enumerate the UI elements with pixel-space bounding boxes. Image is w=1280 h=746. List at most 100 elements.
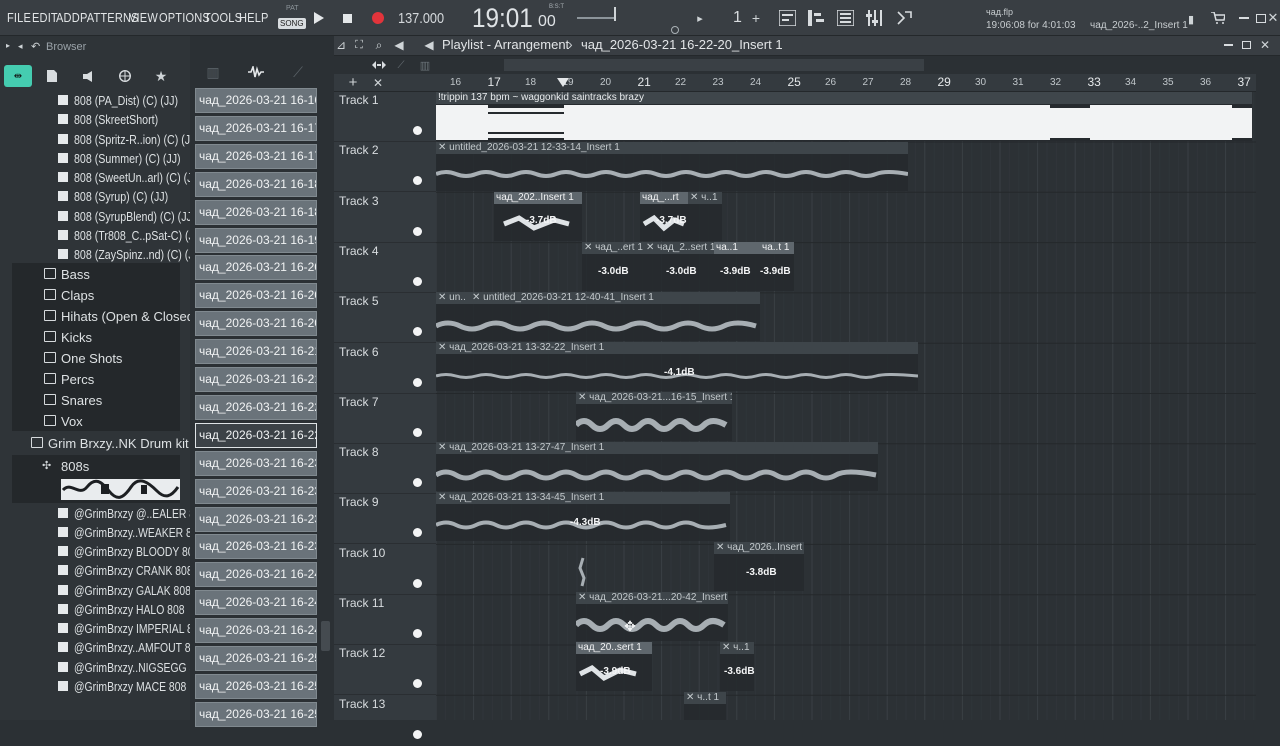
track-mute-led[interactable] (413, 578, 422, 588)
audio-clip[interactable]: чад_...rt -3.7dB (640, 192, 688, 241)
menu-help[interactable]: HELP (239, 10, 269, 25)
track-mute-led[interactable] (413, 226, 422, 236)
pattern-prev-icon[interactable]: ▸ (694, 9, 706, 27)
audio-clip[interactable]: ✕ чад_2..sert 1 -3.0dB (644, 242, 714, 291)
track-mute-led[interactable] (413, 679, 422, 689)
plugin-picker-icon[interactable] (894, 8, 914, 28)
pattern-item[interactable]: чад_2026-03-21 16-21... (195, 367, 317, 392)
audio-clip[interactable]: ✕ чад_2026-03-21 13-32-22_Insert 1 -4.1d… (436, 342, 918, 391)
audio-clip[interactable]: ✕ чад_2026-03-21...20-42_Insert 1 (576, 592, 728, 641)
pattern-item[interactable]: чад_2026-03-21 16-22... (195, 422, 317, 448)
remove-track-icon[interactable]: ✕ (372, 76, 384, 90)
folder-drum-kit[interactable]: Grim Brxzy..NK Drum kit (0, 434, 190, 453)
time-signature-icon[interactable]: ▥ (418, 56, 432, 74)
playlist-vertical-scroll[interactable] (1256, 92, 1280, 720)
shop-icon[interactable] (1210, 10, 1226, 26)
browser-files-icon[interactable] (44, 67, 60, 85)
pattern-item[interactable]: чад_2026-03-21 16-21... (195, 339, 317, 365)
pattern-item[interactable]: чад_2026-03-21 16-20... (195, 255, 317, 281)
track-mute-led[interactable] (413, 478, 422, 488)
kit-item[interactable]: @GrimBrxzy..AMFOUT 808 (0, 638, 190, 657)
kit-item[interactable]: @GrimBrxzy GALAK 808 (0, 581, 190, 600)
audio-clip[interactable]: ✕ чад_2026-03-21 13-34-45_Insert 1 -4.3d… (436, 492, 730, 541)
automation-picker-icon[interactable]: ⟋ (290, 64, 306, 80)
kit-item[interactable]: @GrimBrxzy MACE 808 (0, 677, 190, 696)
slice-tool-icon[interactable]: ⊿ (334, 37, 348, 53)
kit-item[interactable]: @GrimBrxzy @..EALER 808 (0, 504, 190, 523)
playlist-options-icon[interactable]: ◀ (422, 37, 436, 53)
pattern-item[interactable]: чад_2026-03-21 16-20... (195, 283, 317, 309)
pattern-item[interactable]: чад_2026-03-21 16-23... (195, 506, 317, 532)
snap-icon[interactable] (370, 56, 388, 74)
master-pitch-slider[interactable] (577, 17, 615, 19)
record-icon[interactable] (369, 9, 387, 27)
clip-close-icon[interactable]: ✕ (722, 642, 733, 653)
folder-808s[interactable]: ✣ 808s (0, 457, 190, 476)
hint-icon[interactable]: ▮ (1186, 12, 1196, 26)
audio-clip[interactable]: ✕ чад_..ert 1 -3.0dB (582, 242, 644, 291)
pattern-item[interactable]: чад_2026-03-21 16-18... (195, 171, 317, 197)
audio-clip[interactable]: !trippin 137 bpm ~ waggonkid saintracks … (436, 92, 1252, 141)
clip-close-icon[interactable]: ✕ (690, 192, 701, 203)
playlist-close-icon[interactable]: ✕ (1259, 37, 1271, 53)
clip-close-icon[interactable]: ✕ (686, 692, 697, 703)
minimize-icon[interactable] (1237, 10, 1251, 26)
track-header[interactable]: Track 6 (334, 344, 436, 394)
track-header[interactable]: Track 11 (334, 595, 436, 645)
track-header[interactable]: Track 2 (334, 142, 436, 193)
pat-mode-label[interactable]: PAT (286, 5, 299, 12)
browser-item[interactable]: 808 (PA_Dist) (C) (JJ) (0, 91, 190, 110)
clip-close-icon[interactable]: ✕ (438, 342, 449, 353)
audio-clip[interactable]: ✕ чад_2026-03-21 13-27-47_Insert 1 (436, 442, 878, 491)
pattern-item[interactable]: чад_2026-03-21 16-17... (195, 143, 317, 169)
kit-item[interactable]: @GrimBrxzy BLOODY 808 (0, 542, 190, 561)
pattern-item[interactable]: чад_2026-03-21 16-23... (195, 450, 317, 476)
browser-item[interactable]: 808 (Tr808_C..pSat-C) (JJ) (0, 226, 190, 245)
menu-tools[interactable]: TOOLS (204, 10, 242, 25)
menu-options[interactable]: OPTIONS (159, 10, 210, 25)
master-volume-knob[interactable] (671, 26, 679, 34)
kit-item[interactable]: @GrimBrxzy CRANK 808 (0, 561, 190, 580)
pattern-item[interactable]: чад_2026-03-21 16-24... (195, 590, 317, 616)
track-mute-led[interactable] (413, 427, 422, 437)
pattern-item[interactable]: чад_2026-03-21 16-19... (195, 227, 317, 253)
select-tool-icon[interactable]: ⛶ (352, 37, 366, 53)
tempo-display[interactable]: 137.000 (398, 10, 444, 27)
browser-speaker-icon[interactable] (81, 67, 97, 85)
pattern-item[interactable]: чад_2026-03-21 16-17... (195, 115, 317, 141)
browser-favorites-icon[interactable]: ★ (153, 67, 169, 85)
folder-snares[interactable]: Snares (0, 391, 190, 410)
folder-percs[interactable]: Percs (0, 370, 190, 389)
browser-arrow-icon[interactable]: ▸ (6, 41, 10, 50)
browser-back-icon[interactable]: ◂ (18, 41, 23, 52)
audio-clip[interactable]: ✕ untitled_2026-03-21 12-33-14_Insert 1 (436, 142, 908, 191)
track-header[interactable]: Track 9 (334, 494, 436, 545)
kit-item[interactable]: @GrimBrxzy IMPERIAL 808 (0, 619, 190, 638)
audio-clip[interactable]: ✕ чад_2026-03-21...16-15_Insert 1 (576, 392, 732, 441)
track-mute-led[interactable] (413, 176, 422, 186)
clip-close-icon[interactable]: ✕ (578, 392, 589, 403)
pattern-list-scrollbar[interactable] (321, 621, 330, 651)
follow-icon[interactable]: ⟋ (394, 56, 408, 74)
track-header[interactable]: Track 7 (334, 394, 436, 444)
menu-view[interactable]: VIEW (129, 10, 158, 25)
audio-clip[interactable]: ча..t 1 -3.9dB (760, 242, 794, 291)
channel-rack-icon[interactable] (835, 8, 855, 28)
track-mute-led[interactable] (413, 377, 422, 387)
pattern-item[interactable]: чад_2026-03-21 16-23... (195, 534, 317, 560)
track-header[interactable]: Track 8 (334, 444, 436, 495)
time-format-label[interactable]: B:S:T (549, 4, 564, 10)
piano-roll-icon[interactable] (806, 8, 826, 28)
play-icon[interactable] (311, 9, 327, 27)
pattern-item[interactable]: чад_2026-03-21 16-25... (195, 701, 317, 727)
folder-vox[interactable]: Vox (0, 412, 190, 431)
menu-edit[interactable]: EDIT (32, 10, 58, 25)
mixer-icon[interactable] (864, 8, 884, 28)
track-header[interactable]: Track 12 (334, 645, 436, 696)
folder-bass[interactable]: Bass (0, 265, 190, 284)
pattern-item[interactable]: чад_2026-03-21 16-24... (195, 618, 317, 644)
time-display[interactable]: 19:01 (472, 3, 533, 34)
clip-close-icon[interactable]: ✕ (578, 592, 589, 603)
track-header[interactable]: Track 3 (334, 193, 436, 243)
folder-claps[interactable]: Claps (0, 286, 190, 305)
